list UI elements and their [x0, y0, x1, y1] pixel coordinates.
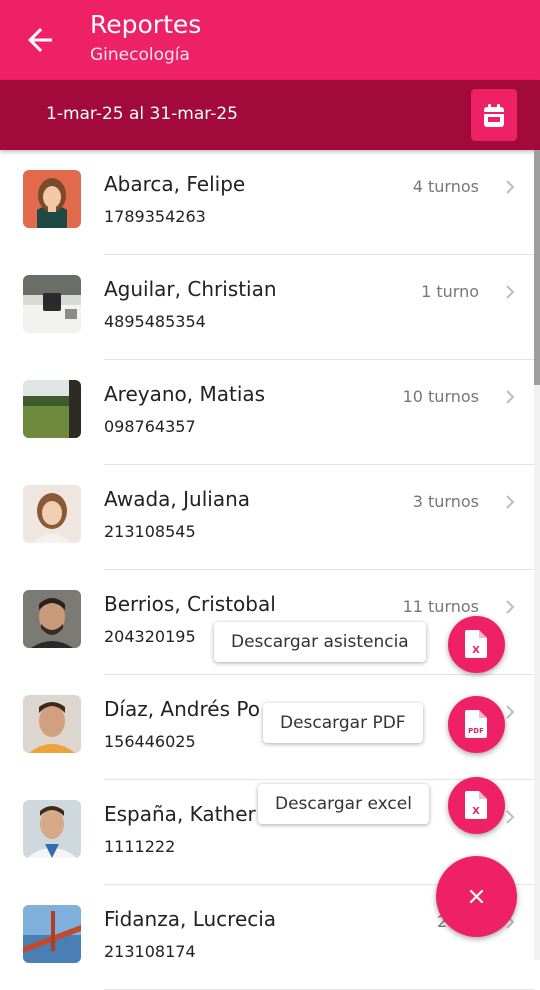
patient-row[interactable]: Awada, Juliana 213108545 3 turnos — [0, 465, 534, 570]
excel-file-icon: X — [465, 630, 487, 658]
download-pdf-label[interactable]: Descargar PDF — [263, 703, 423, 743]
svg-text:X: X — [472, 806, 480, 817]
chevron-right-icon — [506, 705, 515, 719]
avatar — [23, 485, 81, 543]
patient-name: Abarca, Felipe — [104, 172, 246, 196]
turnos-count: 4 turnos — [412, 177, 479, 196]
turnos-count: 3 turnos — [412, 492, 479, 511]
turnos-count: 10 turnos — [402, 387, 479, 406]
chevron-right-icon — [506, 180, 515, 194]
svg-text:X: X — [472, 645, 480, 656]
chevron-right-icon — [506, 285, 515, 299]
patient-name: España, Kather — [104, 802, 256, 826]
turnos-count: 11 turnos — [402, 597, 479, 616]
avatar — [23, 590, 81, 648]
scrollbar-thumb[interactable] — [534, 150, 540, 385]
patient-phone: 098764357 — [104, 417, 196, 436]
app-bar: Reportes Ginecología — [0, 0, 540, 80]
download-attendance-button[interactable]: X — [448, 616, 505, 673]
calendar-button[interactable] — [471, 89, 517, 141]
avatar — [23, 275, 81, 333]
calendar-icon — [484, 104, 504, 127]
patient-phone: 1111222 — [104, 837, 176, 856]
close-icon — [469, 889, 484, 904]
avatar — [23, 800, 81, 858]
excel-file-icon: X — [465, 791, 487, 819]
page-title: Reportes — [90, 10, 202, 39]
pdf-file-icon: PDF — [465, 710, 487, 738]
patient-name: Awada, Juliana — [104, 487, 251, 511]
download-excel-button[interactable]: X — [448, 777, 505, 834]
date-range-bar: 1-mar-25 al 31-mar-25 — [0, 80, 540, 150]
back-arrow-icon[interactable] — [22, 22, 58, 58]
patient-phone: 4895485354 — [104, 312, 206, 331]
chevron-right-icon — [506, 600, 515, 614]
close-menu-fab[interactable] — [436, 856, 517, 937]
chevron-right-icon — [506, 390, 515, 404]
patient-name: Díaz, Andrés Po — [104, 697, 260, 721]
svg-text:PDF: PDF — [468, 727, 484, 735]
patient-row[interactable]: Areyano, Matias 098764357 10 turnos — [0, 360, 534, 465]
avatar — [23, 905, 81, 963]
patient-phone: 156446025 — [104, 732, 196, 751]
avatar — [23, 170, 81, 228]
patient-phone: 213108545 — [104, 522, 196, 541]
date-range-text: 1-mar-25 al 31-mar-25 — [46, 104, 238, 124]
patient-phone: 204320195 — [104, 627, 196, 646]
avatar — [23, 695, 81, 753]
patient-name: Fidanza, Lucrecia — [104, 907, 277, 931]
patient-row[interactable]: Abarca, Felipe 1789354263 4 turnos — [0, 150, 534, 255]
patient-name: Berrios, Cristobal — [104, 592, 276, 616]
download-pdf-button[interactable]: PDF — [448, 696, 505, 753]
patient-name: Areyano, Matias — [104, 382, 266, 406]
chevron-right-icon — [506, 495, 515, 509]
page-subtitle: Ginecología — [90, 45, 190, 65]
turnos-count: 1 turno — [421, 282, 479, 301]
download-attendance-label[interactable]: Descargar asistencia — [214, 622, 426, 662]
patient-phone: 213108174 — [104, 942, 196, 961]
patient-phone: 1789354263 — [104, 207, 206, 226]
chevron-right-icon — [506, 810, 515, 824]
download-excel-label[interactable]: Descargar excel — [258, 784, 429, 824]
avatar — [23, 380, 81, 438]
patient-row[interactable]: Aguilar, Christian 4895485354 1 turno — [0, 255, 534, 360]
patient-name: Aguilar, Christian — [104, 277, 277, 301]
